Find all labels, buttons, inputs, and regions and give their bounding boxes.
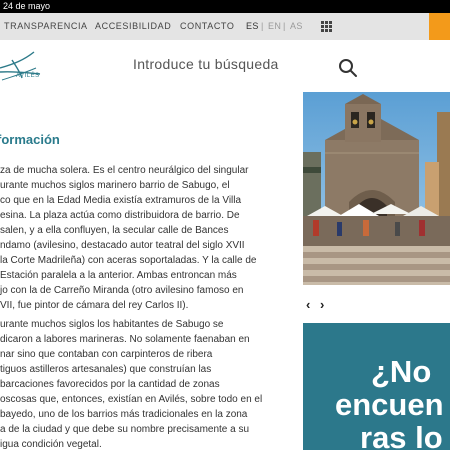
status-bar: 24 de mayo (0, 0, 450, 13)
grid-icon[interactable] (321, 21, 332, 32)
text-line: co que en la Edad Media existía extramur… (0, 195, 242, 206)
text-line: bayedo, uno de los barrios más tradicion… (0, 409, 248, 420)
nav-link-transparencia[interactable]: TRANSPARENCIA (4, 13, 88, 40)
text-line: nar sino que contaban con carpinteros de… (0, 349, 213, 360)
text-line: a de la ciudad y que debe su nombre prec… (0, 424, 250, 435)
lang-separator: | (283, 21, 286, 31)
top-nav: TRANSPARENCIA ACCESIBILIDAD CONTACTO ES … (0, 13, 450, 40)
orange-menu-button[interactable] (429, 13, 450, 40)
carousel-prev-button[interactable]: ‹ (306, 298, 310, 311)
text-line: ndamo (avilesino, destacado autor teatra… (0, 240, 245, 251)
lang-es[interactable]: ES (246, 13, 259, 40)
article-paragraph-1: za de mucha solera. Es el centro neurálg… (0, 163, 256, 313)
status-date: 24 de mayo (3, 1, 51, 11)
text-line: oscosas que, entonces, existían en Avilé… (0, 394, 263, 405)
logo-text: AVILÉS (16, 73, 40, 79)
text-line: esina. La plaza actúa como distribuidora… (0, 210, 240, 221)
text-line: la Corte Madrileña) con aceras soportala… (0, 255, 257, 266)
carousel-next-button[interactable]: › (320, 298, 324, 311)
text-line: dicaron a labores marineras. No solament… (0, 334, 250, 345)
lang-as[interactable]: AS (290, 13, 303, 40)
text-line: salen, y a ella confluyen, la secular ca… (0, 225, 229, 236)
nav-link-contacto[interactable]: CONTACTO (180, 13, 234, 40)
aviles-logo[interactable]: AVILÉS (0, 44, 60, 86)
cta-line: ¿No (371, 354, 432, 389)
article-paragraph-2: urante muchos siglos los habitantes de S… (0, 317, 262, 452)
text-line: tiguos astilleros artesanales) que const… (0, 364, 212, 375)
text-line: jo con la de Carreño Miranda (otro avile… (0, 285, 244, 296)
text-line: barcaciones favorecidos por la cantidad … (0, 379, 220, 390)
lang-en[interactable]: EN (268, 13, 281, 40)
text-line: urante muchos siglos marinero barrio de … (0, 180, 230, 191)
cta-line: ras lo (360, 420, 443, 450)
lang-separator: | (261, 21, 264, 31)
text-line: Estación paralela a la anterior. Ambas e… (0, 270, 237, 281)
church-plaza-photo[interactable] (303, 92, 450, 285)
text-line: urante muchos siglos los habitantes de S… (0, 319, 224, 330)
search-input[interactable]: Introduce tu búsqueda (133, 56, 279, 72)
search-icon[interactable] (338, 58, 358, 78)
logo-mark-icon (0, 51, 41, 81)
nav-link-accesibilidad[interactable]: ACCESIBILIDAD (95, 13, 171, 40)
text-line: za de mucha solera. Es el centro neurálg… (0, 165, 249, 176)
cta-line: encuen (335, 387, 444, 422)
cta-banner[interactable]: ¿No encuen ras lo (303, 323, 450, 450)
text-line: VII, fue pintor de cámara del rey Carlos… (0, 300, 189, 311)
section-title: formación (0, 132, 60, 147)
